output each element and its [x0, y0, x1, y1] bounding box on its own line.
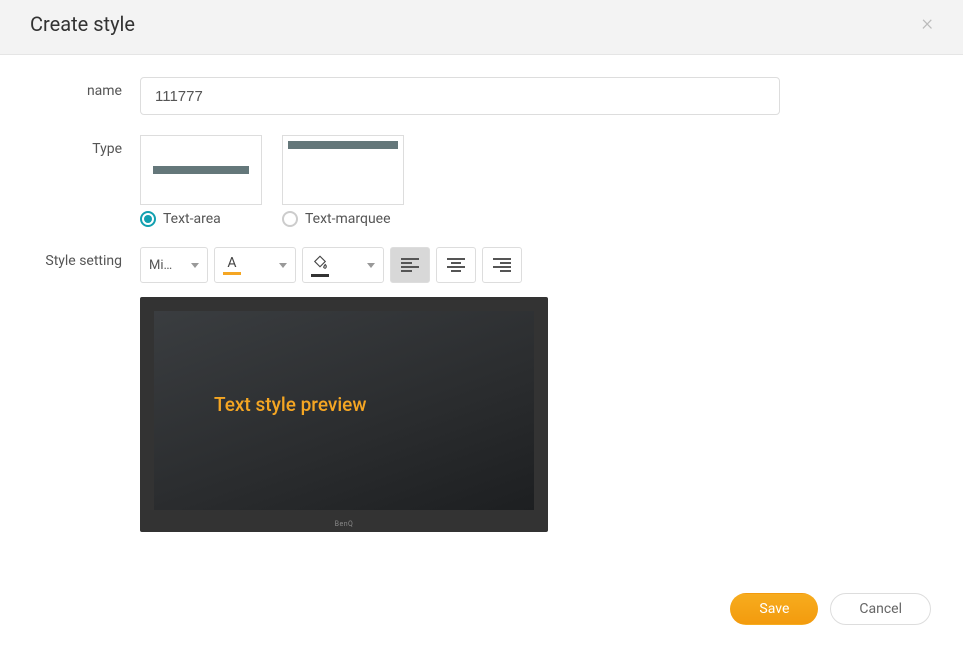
fill-color-select[interactable]	[302, 247, 384, 283]
type-label: Type	[0, 135, 140, 227]
align-right-icon	[493, 258, 511, 272]
form-row-type: Type Text-area Text-marquee	[0, 135, 963, 227]
style-toolbar: Mi… A	[140, 247, 803, 283]
align-left-button[interactable]	[390, 247, 430, 283]
fill-color-swatch	[311, 274, 329, 277]
radio-text-area[interactable]	[140, 211, 156, 227]
type-option-text-marquee[interactable]: Text-marquee	[282, 135, 404, 227]
radio-label-text-area: Text-area	[163, 211, 221, 227]
preview-text: Text style preview	[214, 393, 366, 416]
name-input[interactable]	[140, 77, 780, 115]
radio-label-text-marquee: Text-marquee	[305, 211, 391, 227]
style-label: Style setting	[0, 247, 140, 532]
type-options: Text-area Text-marquee	[140, 135, 803, 227]
type-option-text-area[interactable]: Text-area	[140, 135, 262, 227]
chevron-down-icon	[367, 263, 375, 268]
fill-color-icon	[311, 254, 329, 277]
text-color-icon: A	[223, 256, 241, 275]
save-button[interactable]: Save	[730, 593, 818, 625]
text-color-swatch	[223, 272, 241, 275]
font-select-value: Mi…	[149, 258, 185, 273]
paint-bucket-icon	[311, 254, 329, 272]
type-preview-text-marquee[interactable]	[282, 135, 404, 205]
monitor-brand-label: BenQ	[335, 520, 354, 528]
text-color-letter: A	[227, 256, 236, 270]
radio-text-marquee[interactable]	[282, 211, 298, 227]
form-row-style: Style setting Mi… A	[0, 247, 963, 532]
type-preview-text-area[interactable]	[140, 135, 262, 205]
close-button[interactable]: ×	[921, 13, 933, 35]
modal-title: Create style	[30, 12, 135, 36]
align-center-icon	[447, 258, 465, 272]
modal-footer: Save Cancel	[730, 593, 931, 625]
align-right-button[interactable]	[482, 247, 522, 283]
align-center-button[interactable]	[436, 247, 476, 283]
font-select[interactable]: Mi…	[140, 247, 208, 283]
preview-monitor: Text style preview BenQ	[140, 297, 548, 532]
name-label: name	[0, 77, 140, 115]
text-color-select[interactable]: A	[214, 247, 296, 283]
form-row-name: name	[0, 77, 963, 115]
chevron-down-icon	[191, 263, 199, 268]
chevron-down-icon	[279, 263, 287, 268]
modal-body: name Type Text-area Text-	[0, 55, 963, 532]
cancel-button[interactable]: Cancel	[830, 593, 931, 625]
modal-header: Create style ×	[0, 0, 963, 55]
align-left-icon	[401, 258, 419, 272]
